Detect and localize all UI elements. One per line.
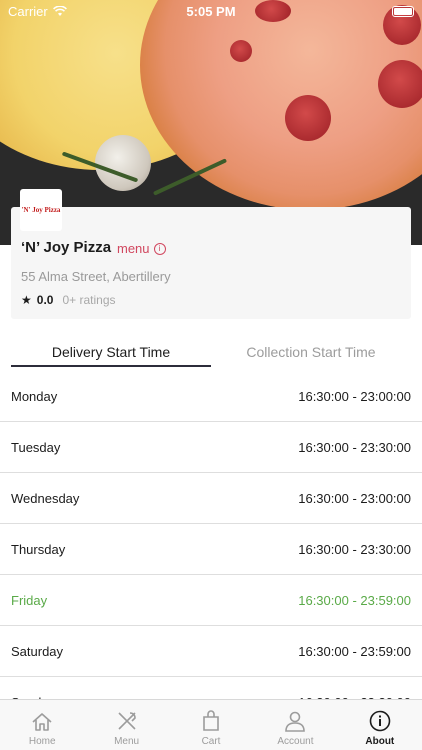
rating-value: 0.0 bbox=[36, 293, 54, 307]
bottom-tab-bar: Home Menu Cart Account About bbox=[0, 699, 422, 750]
day-label: Saturday bbox=[11, 643, 64, 659]
hours-label: 16:30:00 - 23:30:00 bbox=[298, 541, 411, 557]
day-label: Thursday bbox=[11, 541, 66, 557]
tab-collection-start-time[interactable]: Collection Start Time bbox=[211, 335, 411, 367]
info-icon: i bbox=[153, 242, 166, 255]
utensils-icon bbox=[118, 712, 136, 730]
tabbar-label: Menu bbox=[114, 736, 140, 747]
tabbar-item-home[interactable]: Home bbox=[0, 700, 84, 750]
tabbar-item-cart[interactable]: Cart bbox=[169, 700, 253, 750]
tabbar-label: Cart bbox=[201, 736, 221, 747]
tabbar-item-about[interactable]: About bbox=[338, 700, 422, 750]
store-name: ‘N’ Joy Pizza bbox=[21, 239, 112, 256]
person-icon bbox=[285, 711, 306, 732]
day-label: Wednesday bbox=[11, 490, 80, 506]
day-label: Tuesday bbox=[11, 439, 61, 455]
tab-delivery-start-time[interactable]: Delivery Start Time bbox=[11, 335, 211, 367]
shopping-bag-icon bbox=[203, 710, 219, 731]
store-address: 55 Alma Street, Abertillery bbox=[21, 269, 171, 284]
tabbar-item-account[interactable]: Account bbox=[253, 700, 337, 750]
schedule-row-thursday: Thursday 16:30:00 - 23:30:00 bbox=[0, 524, 422, 575]
hours-label: 16:30:00 - 23:00:00 bbox=[298, 388, 411, 404]
hours-tabs: Delivery Start Time Collection Start Tim… bbox=[11, 335, 411, 367]
tabbar-label: Account bbox=[277, 736, 314, 747]
store-logo: 'N' Joy Pizza bbox=[20, 189, 62, 231]
schedule-row-tuesday: Tuesday 16:30:00 - 23:30:00 bbox=[0, 422, 422, 473]
hours-label: 16:30:00 - 23:59:00 bbox=[298, 592, 411, 608]
battery-icon bbox=[392, 5, 414, 17]
store-info-card: 'N' Joy Pizza ‘N’ Joy Pizza menu i 55 Al… bbox=[11, 189, 411, 319]
schedule-row-wednesday: Wednesday 16:30:00 - 23:00:00 bbox=[0, 473, 422, 524]
home-icon bbox=[32, 713, 52, 731]
status-bar: Carrier 5:05 PM bbox=[0, 0, 422, 22]
schedule-list: Monday 16:30:00 - 23:00:00 Tuesday 16:30… bbox=[0, 371, 422, 728]
day-label: Monday bbox=[11, 388, 58, 404]
hours-label: 16:30:00 - 23:30:00 bbox=[298, 439, 411, 455]
schedule-row-friday: Friday 16:30:00 - 23:59:00 bbox=[0, 575, 422, 626]
schedule-row-saturday: Saturday 16:30:00 - 23:59:00 bbox=[0, 626, 422, 677]
day-label: Friday bbox=[11, 592, 48, 608]
tabbar-label: Home bbox=[28, 736, 56, 747]
menu-link[interactable]: menu i bbox=[117, 241, 166, 256]
info-icon bbox=[369, 710, 391, 732]
hours-label: 16:30:00 - 23:59:00 bbox=[298, 643, 411, 659]
schedule-row-monday: Monday 16:30:00 - 23:00:00 bbox=[0, 371, 422, 422]
menu-link-label: menu bbox=[117, 241, 150, 256]
clock: 5:05 PM bbox=[186, 3, 236, 19]
tabbar-label: About bbox=[365, 736, 395, 747]
rating: ★ 0.0 0+ ratings bbox=[21, 293, 116, 307]
store-logo-text: 'N' Joy Pizza bbox=[21, 206, 61, 214]
tabbar-item-menu[interactable]: Menu bbox=[84, 700, 168, 750]
rating-count: 0+ ratings bbox=[62, 293, 116, 307]
hours-label: 16:30:00 - 23:00:00 bbox=[298, 490, 411, 506]
star-icon: ★ bbox=[21, 293, 32, 307]
